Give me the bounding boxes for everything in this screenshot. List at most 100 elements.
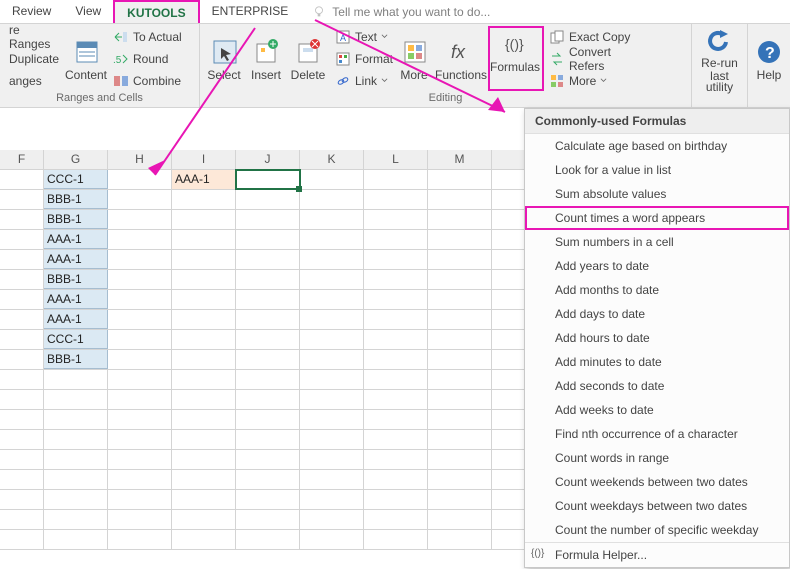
cell[interactable] — [300, 290, 364, 309]
cell[interactable] — [108, 430, 172, 449]
cell[interactable] — [300, 310, 364, 329]
cell[interactable] — [0, 470, 44, 489]
cell[interactable] — [108, 450, 172, 469]
col-M[interactable]: M — [428, 150, 492, 169]
duplicate-button[interactable]: Duplicate — [6, 48, 64, 69]
cell[interactable] — [236, 350, 300, 369]
more-button-1[interactable]: More — [394, 26, 436, 91]
cell[interactable] — [44, 530, 108, 549]
menu-item[interactable]: Count weekdays between two dates — [525, 494, 789, 518]
cell[interactable] — [0, 510, 44, 529]
cell[interactable] — [0, 450, 44, 469]
cell[interactable] — [44, 470, 108, 489]
cell[interactable] — [300, 410, 364, 429]
select-button[interactable]: Select — [204, 26, 246, 91]
menu-item[interactable]: Sum absolute values — [525, 182, 789, 206]
to-actual-button[interactable]: To Actual — [110, 26, 190, 47]
cell[interactable]: AAA-1 — [172, 170, 236, 189]
cell[interactable] — [364, 530, 428, 549]
cell[interactable] — [236, 490, 300, 509]
cell[interactable] — [0, 490, 44, 509]
cell[interactable] — [364, 230, 428, 249]
cell[interactable]: BBB-1 — [44, 270, 108, 289]
cell[interactable] — [428, 250, 492, 269]
menu-item[interactable]: Add seconds to date — [525, 374, 789, 398]
cell[interactable] — [364, 210, 428, 229]
menu-item[interactable]: Add months to date — [525, 278, 789, 302]
cell[interactable] — [236, 430, 300, 449]
tab-kutools[interactable]: KUTOOLS — [113, 0, 199, 23]
format-button[interactable]: Format — [332, 48, 392, 69]
col-F[interactable]: F — [0, 150, 44, 169]
cell[interactable] — [236, 310, 300, 329]
col-K[interactable]: K — [300, 150, 364, 169]
cell[interactable] — [236, 270, 300, 289]
cell[interactable] — [44, 510, 108, 529]
cell[interactable] — [108, 250, 172, 269]
cell[interactable] — [108, 390, 172, 409]
cell[interactable] — [236, 190, 300, 209]
cell[interactable] — [428, 290, 492, 309]
cell[interactable] — [172, 270, 236, 289]
cell[interactable] — [428, 350, 492, 369]
cell[interactable] — [172, 510, 236, 529]
cell[interactable] — [364, 290, 428, 309]
cell[interactable] — [172, 410, 236, 429]
cell[interactable] — [428, 270, 492, 289]
menu-item[interactable]: Sum numbers in a cell — [525, 230, 789, 254]
col-I[interactable]: I — [172, 150, 236, 169]
menu-item[interactable]: Count the number of specific weekday — [525, 518, 789, 542]
cell[interactable] — [0, 350, 44, 369]
delete-button[interactable]: Delete — [288, 26, 330, 91]
cell[interactable] — [108, 490, 172, 509]
cell[interactable] — [300, 350, 364, 369]
cell[interactable] — [428, 450, 492, 469]
round-button[interactable]: .5 Round — [110, 48, 190, 69]
cell[interactable] — [236, 250, 300, 269]
cell[interactable] — [108, 330, 172, 349]
col-G[interactable]: G — [44, 150, 108, 169]
cell[interactable] — [0, 430, 44, 449]
cell[interactable] — [0, 270, 44, 289]
re-ranges-button[interactable]: re Ranges — [6, 26, 64, 47]
cell[interactable] — [172, 430, 236, 449]
cell[interactable] — [364, 410, 428, 429]
cell[interactable]: AAA-1 — [44, 290, 108, 309]
cell[interactable] — [364, 250, 428, 269]
cell[interactable] — [0, 210, 44, 229]
cell[interactable] — [108, 270, 172, 289]
menu-item[interactable]: Add years to date — [525, 254, 789, 278]
cell[interactable] — [108, 370, 172, 389]
cell[interactable] — [364, 470, 428, 489]
cell[interactable]: AAA-1 — [44, 310, 108, 329]
link-button[interactable]: Link — [332, 70, 392, 91]
cell[interactable] — [0, 310, 44, 329]
cell[interactable] — [0, 330, 44, 349]
menu-item[interactable]: Add hours to date — [525, 326, 789, 350]
cell[interactable] — [44, 450, 108, 469]
cell[interactable] — [44, 390, 108, 409]
tab-view[interactable]: View — [63, 0, 113, 23]
cell[interactable] — [172, 290, 236, 309]
cell[interactable] — [364, 330, 428, 349]
cell[interactable] — [236, 210, 300, 229]
cell[interactable] — [44, 370, 108, 389]
cell[interactable] — [236, 510, 300, 529]
cell[interactable] — [0, 190, 44, 209]
cell[interactable] — [428, 470, 492, 489]
convert-refers-button[interactable]: Convert Refers — [546, 48, 642, 69]
cell[interactable] — [172, 350, 236, 369]
cell[interactable] — [108, 190, 172, 209]
cell[interactable] — [428, 390, 492, 409]
cell[interactable] — [428, 530, 492, 549]
col-L[interactable]: L — [364, 150, 428, 169]
cell[interactable] — [428, 190, 492, 209]
cell[interactable] — [236, 290, 300, 309]
text-button[interactable]: A Text — [332, 26, 392, 47]
cell[interactable] — [172, 230, 236, 249]
cell[interactable] — [300, 450, 364, 469]
cell[interactable] — [172, 210, 236, 229]
cell[interactable]: BBB-1 — [44, 190, 108, 209]
cell[interactable] — [364, 510, 428, 529]
insert-button[interactable]: Insert — [246, 26, 288, 91]
